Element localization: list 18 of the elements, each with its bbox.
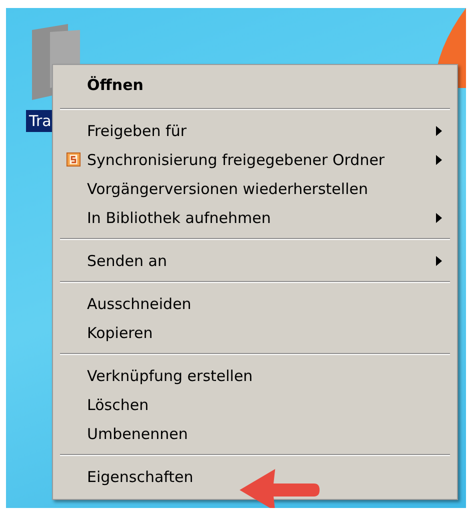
submenu-arrow-icon [436, 126, 442, 136]
menu-item[interactable]: Vorgängerversionen wiederherstellen [56, 174, 454, 203]
menu-item[interactable]: Ausschneiden [56, 289, 454, 318]
menu-item[interactable]: Senden an [56, 246, 454, 275]
sync-app-icon [66, 152, 81, 167]
menu-item[interactable]: Öffnen [56, 68, 454, 102]
menu-item[interactable]: Synchronisierung freigegebener Ordner [56, 145, 454, 174]
submenu-arrow-icon [436, 154, 442, 164]
submenu-arrow-icon [436, 212, 442, 222]
menu-item[interactable]: Freigeben für [56, 116, 454, 145]
menu-item[interactable]: Eigenschaften [56, 462, 454, 491]
menu-item[interactable]: Umbenennen [56, 419, 454, 448]
menu-item[interactable]: Löschen [56, 390, 454, 419]
submenu-arrow-icon [436, 256, 442, 266]
menu-item[interactable]: In Bibliothek aufnehmen [56, 203, 454, 232]
folder-label[interactable]: Tra [26, 110, 54, 132]
menu-item[interactable]: Verknüpfung erstellen [56, 361, 454, 390]
menu-item[interactable]: Kopieren [56, 318, 454, 347]
